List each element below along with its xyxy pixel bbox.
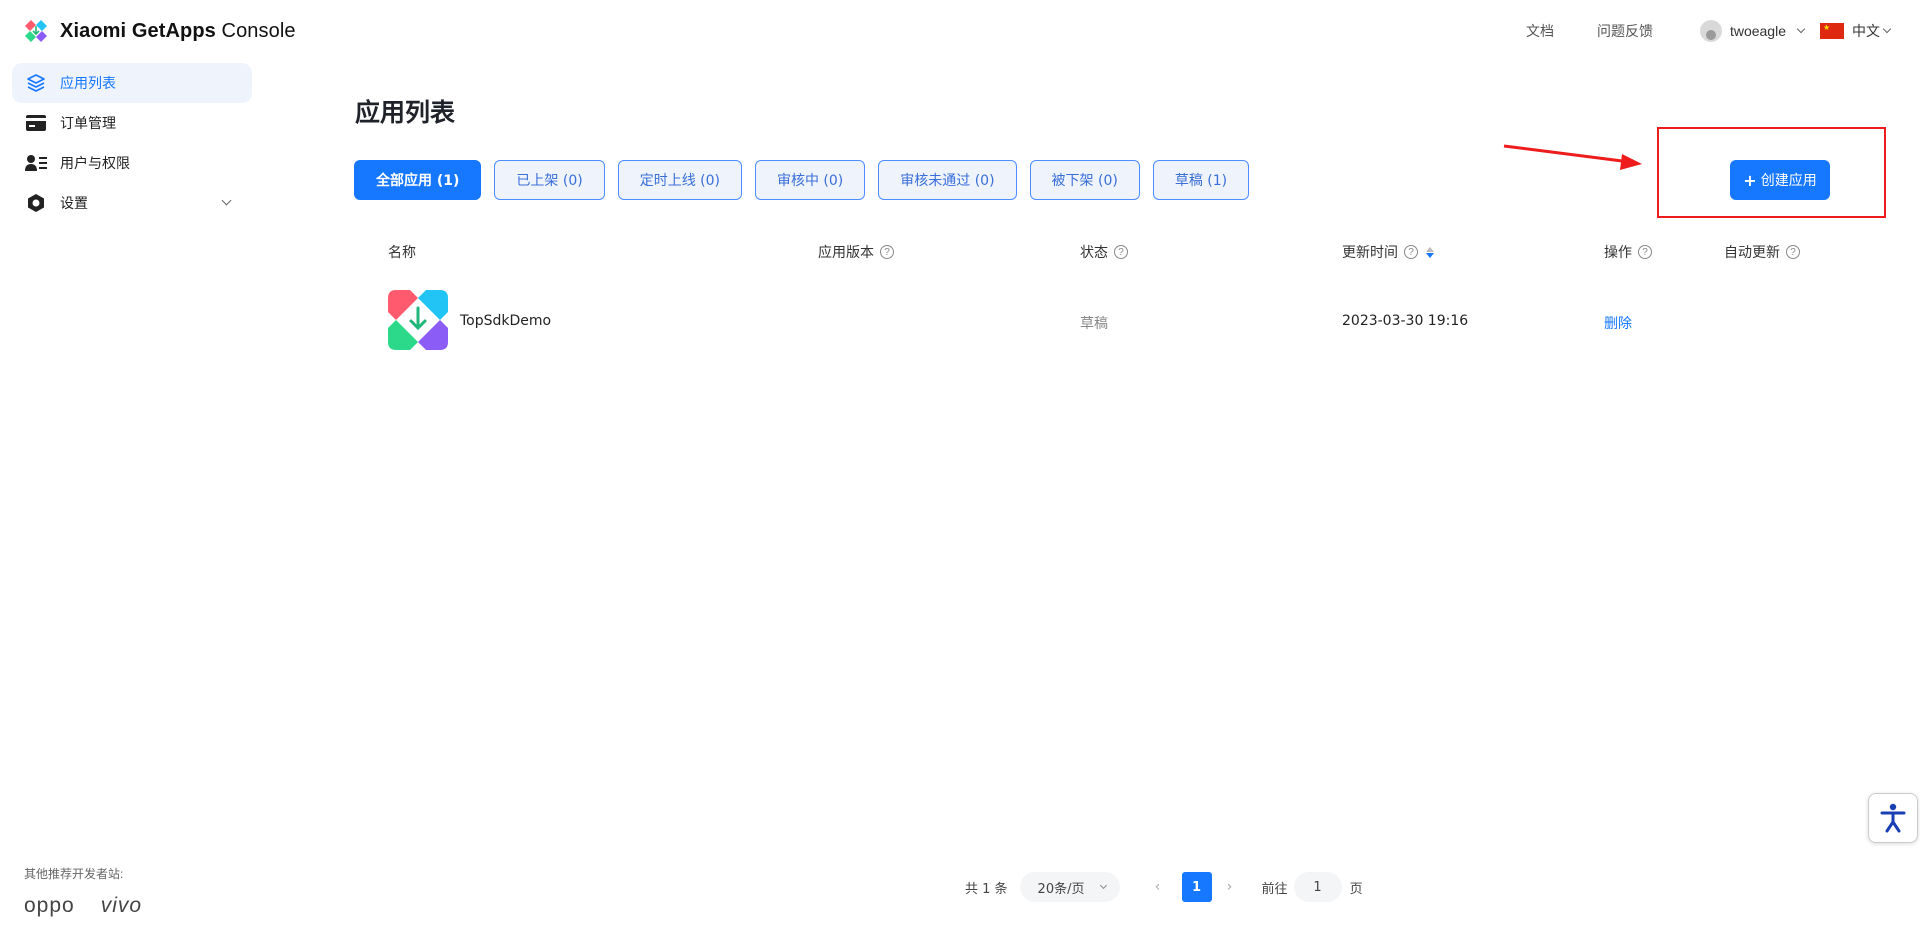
sidebar-item-label: 设置	[60, 195, 88, 211]
partner-sites: 其他推荐开发者站: oppo vivo	[24, 865, 142, 918]
column-label: 自动更新	[1724, 245, 1780, 261]
column-header-updated[interactable]: 更新时间 ?	[1342, 242, 1434, 262]
column-label: 操作	[1604, 245, 1632, 261]
accessibility-icon	[1880, 803, 1906, 833]
tab-scheduled[interactable]: 定时上线 (0)	[617, 160, 742, 200]
create-app-label: 创建应用	[1760, 173, 1817, 189]
page-title: 应用列表	[355, 99, 456, 127]
tab-rejected[interactable]: 审核未通过 (0)	[878, 160, 1017, 200]
users-icon	[25, 152, 47, 174]
annotation-arrow	[1503, 144, 1642, 170]
page-size-value: 20条/页	[1037, 881, 1085, 897]
user-menu[interactable]: twoeagle	[1699, 20, 1806, 42]
page-size-select[interactable]: 20条/页	[1019, 872, 1120, 902]
sidebar: 应用列表 订单管理 用户与权限 设置	[12, 63, 252, 223]
column-label: 应用版本	[818, 245, 874, 261]
app-status: 草稿	[1080, 316, 1108, 332]
chevron-down-icon	[1882, 24, 1892, 34]
brand-suffix: Console	[215, 19, 296, 42]
help-icon[interactable]: ?	[1404, 245, 1418, 259]
create-app-button[interactable]: + 创建应用	[1730, 160, 1830, 200]
tab-draft[interactable]: 草稿 (1)	[1152, 160, 1250, 200]
column-header-status: 状态 ?	[1080, 242, 1128, 262]
delete-link[interactable]: 删除	[1604, 313, 1632, 333]
chevron-down-icon	[1099, 881, 1107, 890]
column-header-version: 应用版本 ?	[818, 242, 894, 262]
help-icon[interactable]: ?	[1786, 245, 1800, 259]
chevron-down-icon	[1796, 24, 1806, 34]
language-label: 中文	[1852, 23, 1880, 39]
status-filter-tabs: 全部应用 (1) 已上架 (0) 定时上线 (0) 审核中 (0) 审核未通过 …	[354, 160, 1250, 200]
help-icon[interactable]: ?	[1638, 245, 1652, 259]
next-page-button[interactable]: ›	[1222, 879, 1238, 895]
total-count: 共 1 条	[965, 881, 1008, 897]
partner-sites-label: 其他推荐开发者站:	[24, 867, 124, 881]
column-label: 状态	[1080, 245, 1108, 261]
language-selector[interactable]: 中文	[1820, 21, 1892, 41]
sort-icon[interactable]	[1426, 246, 1434, 258]
sidebar-item-settings[interactable]: 设置	[12, 183, 252, 223]
sidebar-item-label: 应用列表	[60, 75, 116, 91]
column-label: 更新时间	[1342, 245, 1398, 261]
tab-removed[interactable]: 被下架 (0)	[1029, 160, 1140, 200]
help-icon[interactable]: ?	[1114, 245, 1128, 259]
getapps-logo-icon	[24, 19, 48, 43]
column-header-actions: 操作 ?	[1604, 242, 1652, 262]
oppo-logo[interactable]: oppo	[24, 894, 75, 918]
tab-published[interactable]: 已上架 (0)	[494, 160, 605, 200]
app-updated-time: 2023-03-30 19:16	[1342, 313, 1469, 329]
app-name[interactable]: TopSdkDemo	[460, 313, 551, 329]
prev-page-button[interactable]: ‹	[1150, 879, 1166, 895]
plus-icon: +	[1743, 170, 1757, 190]
goto-page-input[interactable]: 1	[1293, 872, 1342, 902]
sidebar-item-users[interactable]: 用户与权限	[12, 143, 252, 183]
pagination: 共 1 条 20条/页 ‹ 1 › 前往 1 页	[965, 872, 1363, 902]
card-icon	[25, 112, 47, 134]
avatar	[1699, 20, 1722, 42]
column-header-auto-update: 自动更新 ?	[1724, 242, 1800, 262]
china-flag-icon	[1820, 23, 1844, 39]
accessibility-button[interactable]	[1868, 793, 1918, 843]
feedback-link[interactable]: 问题反馈	[1597, 21, 1653, 41]
column-label: 名称	[388, 245, 416, 261]
current-page-button[interactable]: 1	[1181, 872, 1212, 902]
sidebar-item-label: 订单管理	[60, 115, 116, 131]
sidebar-item-label: 用户与权限	[60, 155, 130, 171]
brand-name: Xiaomi GetApps	[60, 19, 216, 42]
table-row: TopSdkDemo 草稿 2023-03-30 19:16 删除	[0, 290, 1920, 354]
page-suffix: 页	[1349, 881, 1363, 897]
sidebar-item-app-list[interactable]: 应用列表	[12, 63, 252, 103]
tab-all-apps[interactable]: 全部应用 (1)	[354, 160, 482, 200]
tab-in-review[interactable]: 审核中 (0)	[754, 160, 866, 200]
top-nav: 文档 问题反馈 twoeagle 中文	[1526, 20, 1892, 42]
goto-label: 前往	[1261, 881, 1288, 897]
app-icon[interactable]	[388, 290, 448, 350]
help-icon[interactable]: ?	[880, 245, 894, 259]
gear-icon	[25, 192, 47, 214]
username: twoeagle	[1729, 23, 1786, 39]
vivo-logo[interactable]: vivo	[101, 894, 142, 918]
chevron-down-icon[interactable]	[221, 195, 232, 206]
app-logo[interactable]: Xiaomi GetApps Console	[22, 17, 296, 45]
sidebar-item-orders[interactable]: 订单管理	[12, 103, 252, 143]
column-header-name: 名称	[388, 242, 416, 262]
docs-link[interactable]: 文档	[1526, 21, 1554, 41]
layers-icon	[25, 72, 47, 94]
